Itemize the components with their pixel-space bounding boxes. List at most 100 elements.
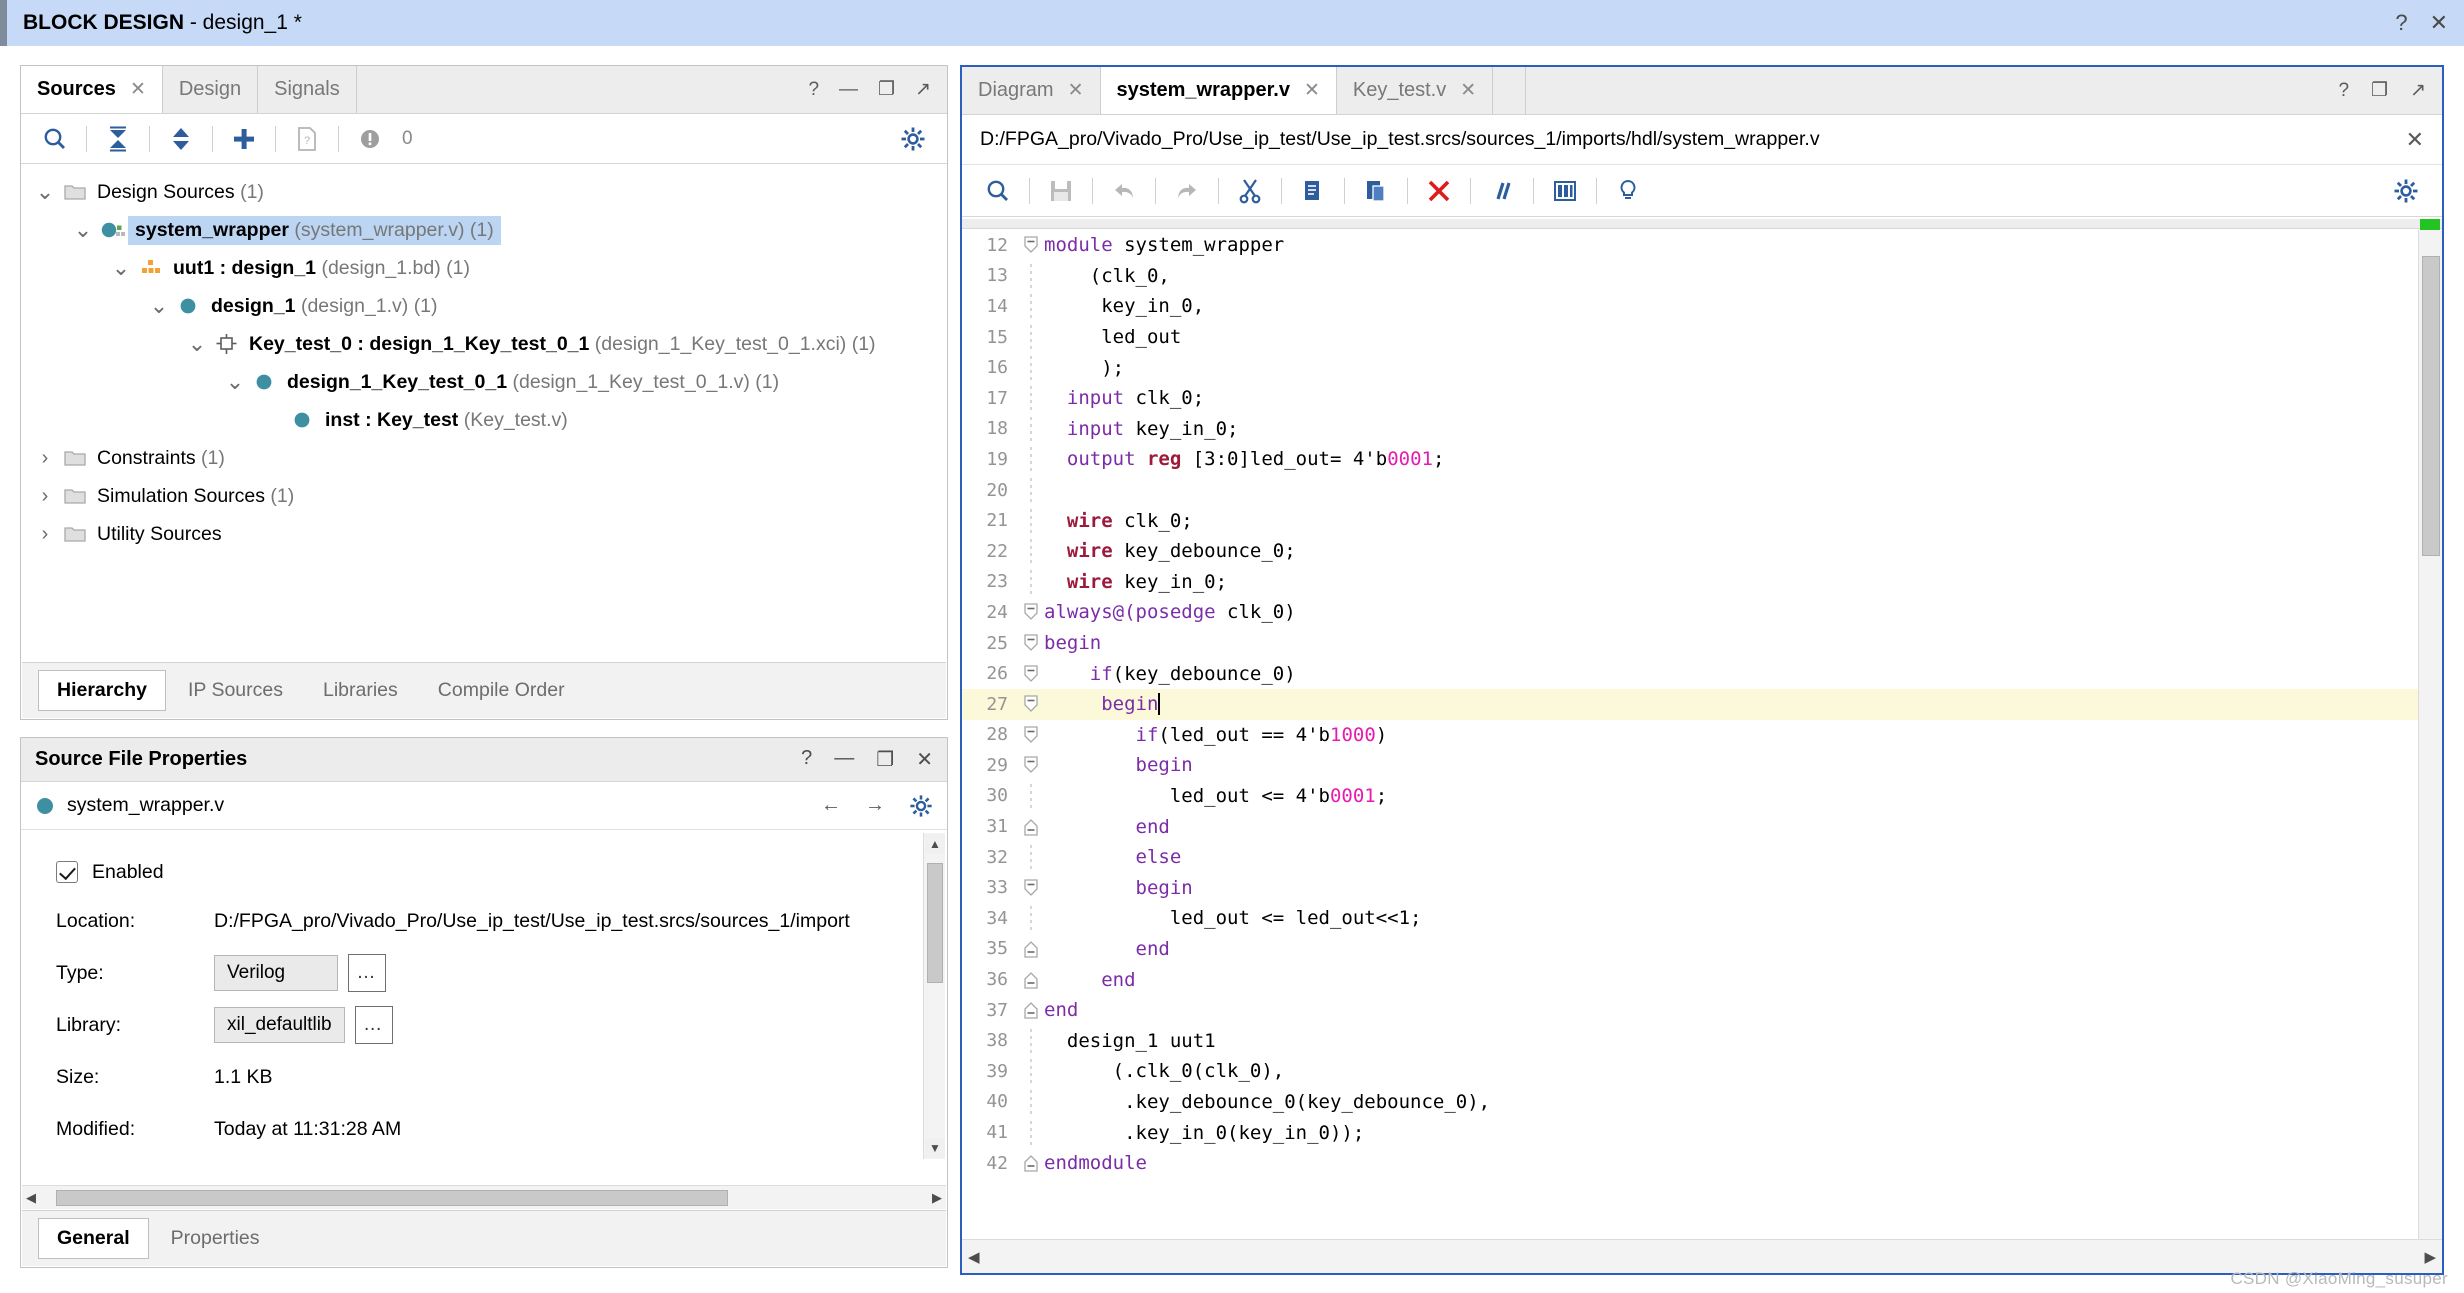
- fold-toggle-icon[interactable]: [1018, 630, 1044, 656]
- code-line[interactable]: 35 end: [962, 934, 2418, 965]
- tree-item[interactable]: ⌄ uut1 : design_1 (design_1.bd) (1): [22, 249, 946, 287]
- bulb-icon[interactable]: [1606, 171, 1650, 211]
- code-line[interactable]: 38 design_1 uut1: [962, 1025, 2418, 1056]
- scroll-right-icon[interactable]: ▶: [932, 1190, 942, 1206]
- code-line[interactable]: 33 begin: [962, 872, 2418, 903]
- code-line[interactable]: 37 end: [962, 995, 2418, 1026]
- code-line[interactable]: 20: [962, 475, 2418, 506]
- tab-libraries[interactable]: Libraries: [305, 671, 416, 710]
- help-icon[interactable]: ?: [808, 79, 819, 101]
- float-icon[interactable]: ↗: [2410, 79, 2426, 102]
- fold-toggle-icon[interactable]: [1018, 752, 1044, 778]
- tree-item[interactable]: ⌄ design_1 (design_1.v) (1): [22, 287, 946, 325]
- search-icon[interactable]: [33, 119, 77, 159]
- code-line[interactable]: 29 begin: [962, 750, 2418, 781]
- scroll-right-icon[interactable]: ▶: [2424, 1248, 2436, 1266]
- code-line[interactable]: 18 input key_in_0;: [962, 414, 2418, 445]
- code-lines[interactable]: 12 module system_wrapper 13 (clk_0, 14 key_…: [962, 230, 2418, 1239]
- fold-toggle-icon[interactable]: [1018, 997, 1044, 1023]
- code-line[interactable]: 23 wire key_in_0;: [962, 567, 2418, 598]
- code-line[interactable]: 40 .key_debounce_0(key_debounce_0),: [962, 1087, 2418, 1118]
- tree-item[interactable]: › Utility Sources: [22, 515, 946, 553]
- chevron-down-icon[interactable]: ⌄: [72, 217, 94, 242]
- maximize-icon[interactable]: ❐: [2371, 79, 2388, 102]
- chevron-down-icon[interactable]: ⌄: [110, 255, 132, 280]
- help-icon[interactable]: ?: [801, 747, 812, 772]
- scroll-up-icon[interactable]: ▲: [925, 834, 945, 854]
- redo-icon[interactable]: [1165, 171, 1209, 211]
- tab-hierarchy[interactable]: Hierarchy: [38, 670, 166, 711]
- code-line[interactable]: 27 begin: [962, 688, 2418, 720]
- tab-general[interactable]: General: [38, 1218, 149, 1259]
- close-icon[interactable]: ✕: [130, 78, 146, 101]
- fold-toggle-icon[interactable]: [1018, 599, 1044, 625]
- fold-toggle-icon[interactable]: [1018, 814, 1044, 840]
- tab-system-wrapper-v[interactable]: system_wrapper.v ✕: [1100, 67, 1337, 114]
- code-line[interactable]: 14 key_in_0,: [962, 291, 2418, 322]
- chevron-down-icon[interactable]: ⌄: [34, 179, 56, 204]
- tab-sources[interactable]: Sources ✕: [21, 66, 163, 113]
- properties-vertical-scrollbar[interactable]: ▲ ▼: [923, 833, 945, 1159]
- tab-ip-sources[interactable]: IP Sources: [170, 671, 301, 710]
- warning-icon[interactable]: [348, 119, 392, 159]
- tree-item[interactable]: › Simulation Sources (1): [22, 477, 946, 515]
- enabled-checkbox-row[interactable]: Enabled: [56, 849, 946, 895]
- gear-icon[interactable]: [891, 119, 935, 159]
- code-line[interactable]: 12 module system_wrapper: [962, 230, 2418, 261]
- collapse-all-icon[interactable]: [96, 119, 140, 159]
- tree-item[interactable]: ⌄ Design Sources (1): [22, 173, 946, 211]
- chevron-down-icon[interactable]: ⌄: [186, 331, 208, 356]
- chevron-right-icon[interactable]: ›: [34, 485, 56, 507]
- copy-icon[interactable]: [1291, 171, 1335, 211]
- chevron-down-icon[interactable]: ⌄: [224, 369, 246, 394]
- tree-item[interactable]: ⌄ system_wrapper (system_wrapper.v) (1): [22, 211, 946, 249]
- code-horizontal-scrollbar[interactable]: ◀ ▶: [962, 1239, 2442, 1273]
- code-line[interactable]: 32 else: [962, 842, 2418, 873]
- code-line[interactable]: 17 input clk_0;: [962, 383, 2418, 414]
- close-icon[interactable]: ✕: [2430, 10, 2448, 36]
- cut-icon[interactable]: [1228, 171, 1272, 211]
- code-line[interactable]: 25 begin: [962, 628, 2418, 659]
- gear-icon[interactable]: [2384, 171, 2428, 211]
- chevron-right-icon[interactable]: ›: [34, 523, 56, 545]
- code-line[interactable]: 34 led_out <= led_out<<1;: [962, 903, 2418, 934]
- type-select[interactable]: Verilog: [214, 955, 338, 991]
- tree-item[interactable]: ⌄inst : Key_test (Key_test.v): [22, 401, 946, 439]
- report-icon[interactable]: ?: [285, 119, 329, 159]
- delete-icon[interactable]: [1417, 171, 1461, 211]
- code-vertical-scrollbar[interactable]: [2418, 230, 2442, 1239]
- undo-icon[interactable]: [1102, 171, 1146, 211]
- code-line[interactable]: 26 if(key_debounce_0): [962, 658, 2418, 689]
- code-line[interactable]: 28 if(led_out == 4'b1000): [962, 720, 2418, 751]
- enabled-checkbox[interactable]: [56, 861, 78, 883]
- close-icon[interactable]: ✕: [916, 747, 933, 772]
- tree-item[interactable]: ⌄ Key_test_0 : design_1_Key_test_0_1 (des…: [22, 325, 946, 363]
- tab-signals[interactable]: Signals: [258, 66, 357, 113]
- close-icon[interactable]: ✕: [1304, 79, 1320, 102]
- close-icon[interactable]: ✕: [2406, 127, 2424, 153]
- minimize-icon[interactable]: —: [839, 79, 858, 101]
- fold-toggle-icon[interactable]: [1018, 1150, 1044, 1176]
- close-icon[interactable]: ✕: [1460, 79, 1476, 102]
- code-line[interactable]: 22 wire key_debounce_0;: [962, 536, 2418, 567]
- tab-design[interactable]: Design: [163, 66, 259, 113]
- paste-icon[interactable]: [1354, 171, 1398, 211]
- minimize-icon[interactable]: —: [834, 747, 854, 772]
- search-icon[interactable]: [976, 171, 1020, 211]
- code-line[interactable]: 31 end: [962, 811, 2418, 842]
- forward-icon[interactable]: →: [865, 794, 885, 817]
- add-sources-icon[interactable]: [222, 119, 266, 159]
- scrollbar-thumb[interactable]: [927, 863, 943, 983]
- code-line[interactable]: 24 always@(posedge clk_0): [962, 597, 2418, 628]
- maximize-icon[interactable]: ❐: [876, 747, 894, 772]
- code-line[interactable]: 30 led_out <= 4'b0001;: [962, 781, 2418, 812]
- help-icon[interactable]: ?: [2395, 10, 2407, 36]
- scroll-down-icon[interactable]: ▼: [925, 1138, 945, 1158]
- code-line[interactable]: 42 endmodule: [962, 1148, 2418, 1179]
- tree-item[interactable]: › Constraints (1): [22, 439, 946, 477]
- columns-icon[interactable]: [1543, 171, 1587, 211]
- code-line[interactable]: 19 output reg [3:0]led_out= 4'b0001;: [962, 444, 2418, 475]
- code-line[interactable]: 41 .key_in_0(key_in_0));: [962, 1117, 2418, 1148]
- close-icon[interactable]: ✕: [1068, 79, 1084, 102]
- tab-diagram[interactable]: Diagram ✕: [962, 67, 1101, 114]
